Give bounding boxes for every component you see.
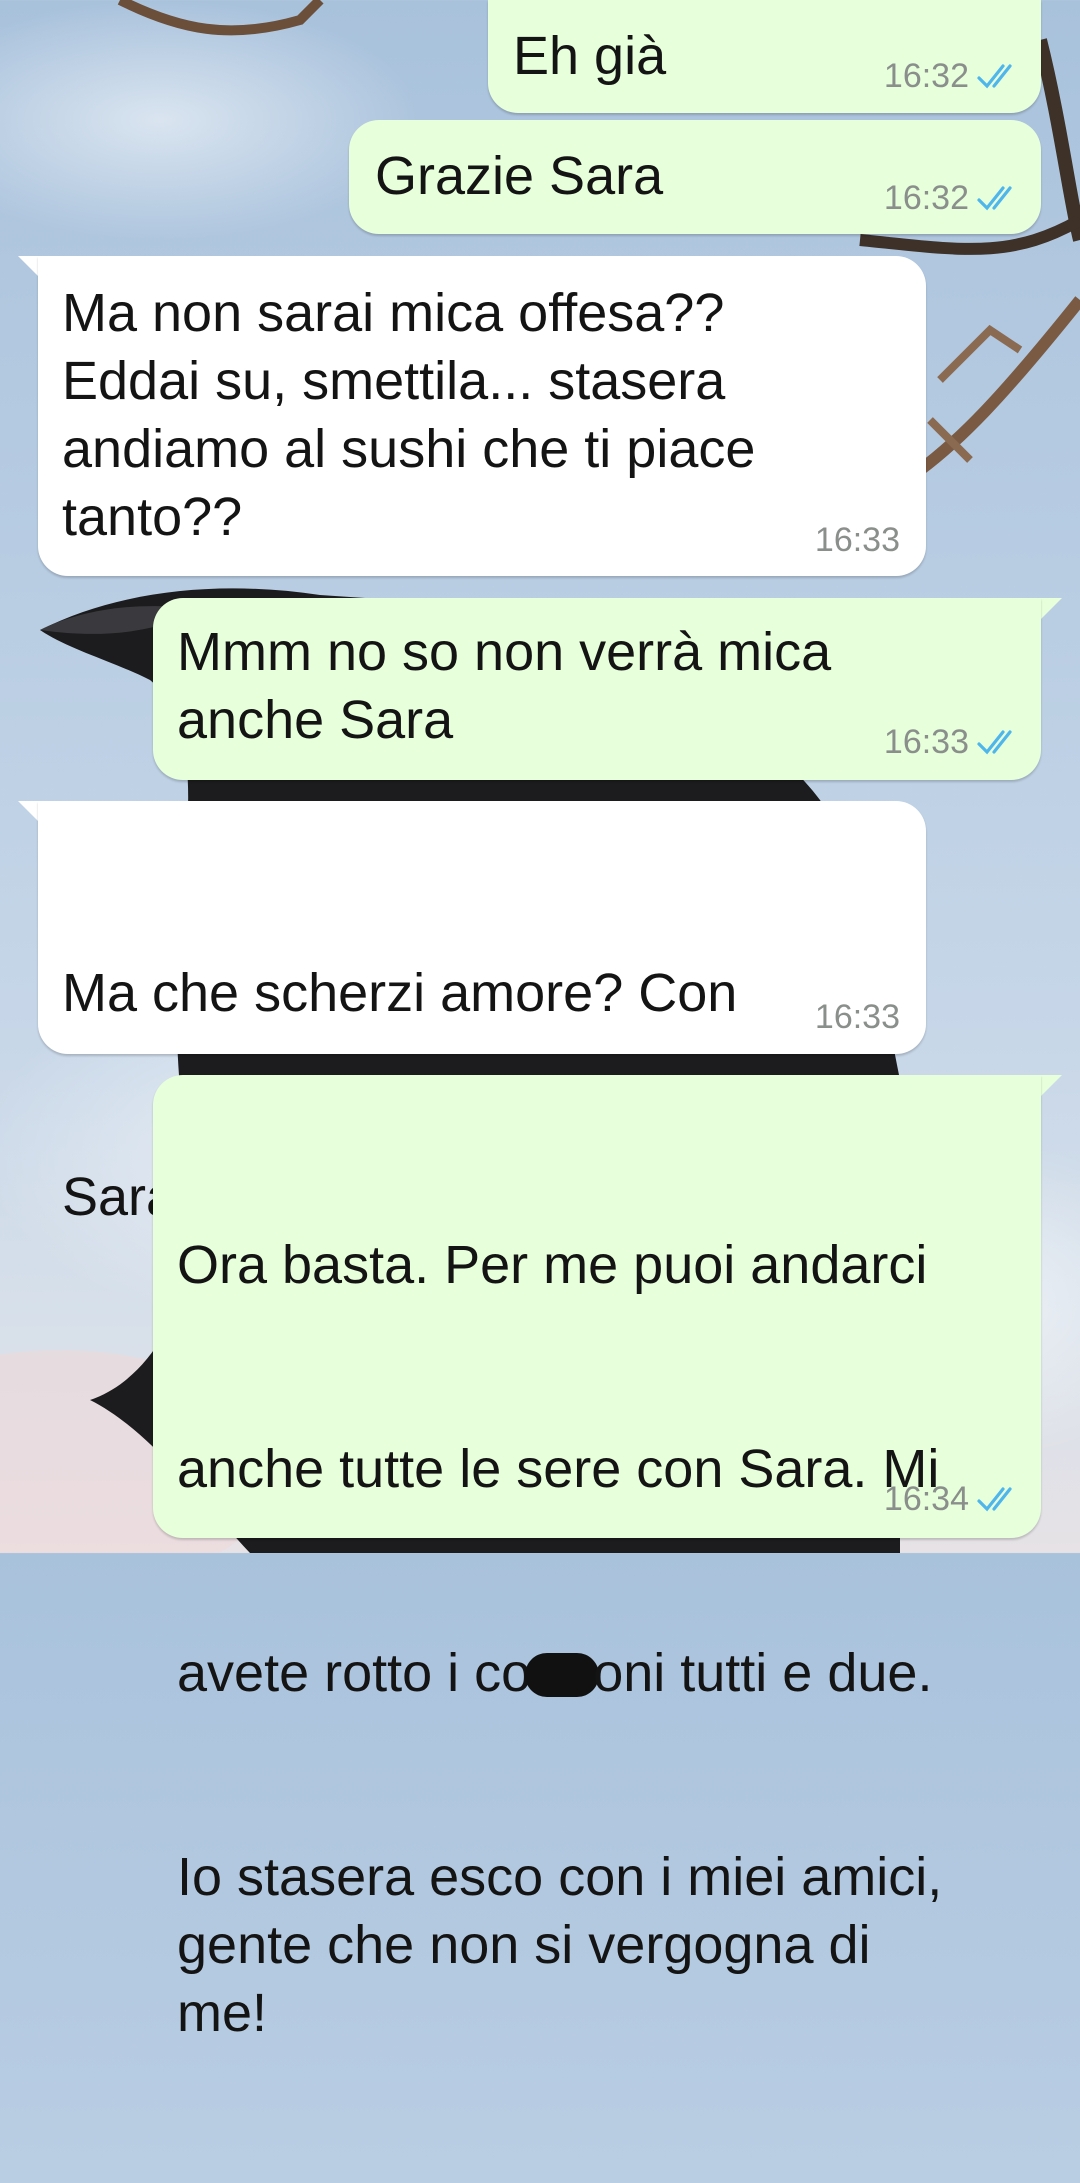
message-text: Ma non sarai mica offesa?? Eddai su, sme… <box>62 283 756 547</box>
message-outgoing[interactable]: Eh già 16:32 <box>488 0 1041 113</box>
message-outgoing[interactable]: Mmm no so non verrà mica anche Sara 16:3… <box>153 598 1041 780</box>
message-meta: 16:34 <box>884 1479 1021 1519</box>
message-text-segment: oni tutti e due. <box>593 1643 933 1703</box>
message-outgoing[interactable]: Grazie Sara 16:32 <box>349 120 1041 234</box>
message-text: Eh già <box>513 26 667 86</box>
message-time: 16:33 <box>883 723 969 761</box>
message-outgoing[interactable]: Ora basta. Per me puoi andarci anche tut… <box>153 1075 1041 2043</box>
message-text-block: Io stasera esco con i miei amici, gente … <box>177 1847 943 2043</box>
message-text-segment: avete rotto i co <box>177 1643 532 1703</box>
message-text-line: Ma che scherzi amore? Con <box>62 963 738 1023</box>
message-time: 16:33 <box>814 998 900 1036</box>
message-meta: 16:33 <box>815 520 900 560</box>
message-meta: 16:32 <box>884 178 1021 218</box>
read-ticks-icon <box>977 730 1012 755</box>
bubble-tail <box>1040 598 1062 620</box>
message-incoming[interactable]: Ma che scherzi amore? Con Sara ci vado d… <box>38 801 926 1227</box>
chat-thread[interactable]: Eh già 16:32 Grazie Sara 16:32 Ma non sa… <box>0 0 1080 2043</box>
message-text: Grazie Sara <box>375 146 664 206</box>
message-incoming[interactable]: Ma non sarai mica offesa?? Eddai su, sme… <box>38 256 926 576</box>
read-ticks-icon <box>977 1487 1012 1512</box>
message-time: 16:32 <box>883 57 969 95</box>
message-time: 16:32 <box>883 179 969 217</box>
message-time: 16:34 <box>883 1480 969 1518</box>
bubble-tail <box>18 801 40 823</box>
read-ticks-icon <box>977 186 1012 211</box>
message-meta: 16:32 <box>884 56 1021 96</box>
read-ticks-icon <box>977 64 1012 89</box>
message-meta: 16:33 <box>815 997 900 1037</box>
message-text: Ora basta. Per me puoi andarci anche tut… <box>177 1095 1027 2183</box>
message-time: 16:33 <box>814 521 900 559</box>
message-text-line: Ora basta. Per me puoi andarci <box>177 1235 928 1295</box>
message-meta: 16:33 <box>884 722 1021 762</box>
bubble-tail <box>18 256 40 278</box>
message-text-line: avete rotto i co oni tutti e due. <box>177 1639 1027 1707</box>
bubble-tail <box>1040 1075 1062 1097</box>
redacted-scribble <box>525 1653 600 1697</box>
